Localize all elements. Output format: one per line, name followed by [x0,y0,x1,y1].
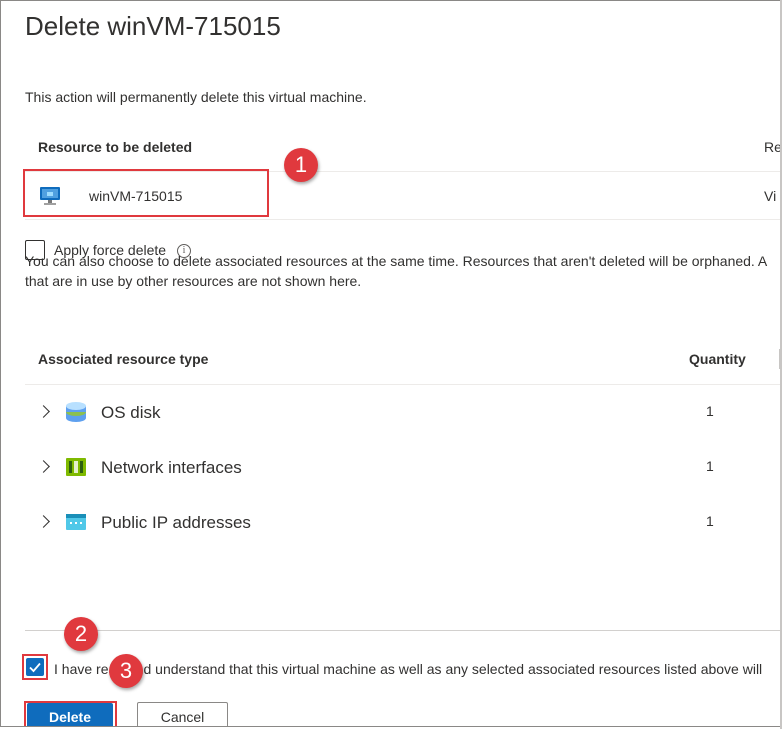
quantity-column-header: Quantity [689,351,746,367]
associated-type-column-header: Associated resource type [38,351,209,367]
divider [25,219,780,220]
resource-type-column-header: Re [764,139,780,155]
callout-badge-2: 2 [64,617,98,651]
dialog-title: Delete winVM-715015 [25,11,281,41]
chevron-right-icon[interactable] [37,460,50,473]
callout-highlight-resource [23,169,269,217]
network-interface-icon [65,456,87,483]
chevron-right-icon[interactable] [37,405,50,418]
callout-badge-3: 3 [109,654,143,688]
chevron-right-icon[interactable] [37,515,50,528]
callout-highlight-confirm [22,654,48,680]
delete-vm-dialog: Delete winVM-715015 This action will per… [0,0,780,727]
footer-divider [25,630,780,631]
associated-row-quantity: 1 [706,403,714,419]
disk-icon [65,401,87,428]
associated-row-label: Public IP addresses [101,513,251,532]
resource-column-header: Resource to be deleted [38,139,193,155]
divider [25,384,780,385]
associated-row-quantity: 1 [706,458,714,474]
callout-badge-1: 1 [284,148,318,182]
associated-row-label: OS disk [101,403,161,422]
public-ip-icon [65,512,87,537]
dialog-description: This action will permanently delete this… [25,89,367,105]
associated-row-label: Network interfaces [101,458,242,477]
confirm-label: I have read and understand that this vir… [54,661,763,677]
cancel-button[interactable]: Cancel [137,702,228,726]
resource-type: Vi [764,188,777,204]
note-line-2: that are in use by other resources are n… [25,273,362,289]
associated-row-quantity: 1 [706,513,714,529]
note-line-1: You can also choose to delete associated… [25,253,768,269]
associated-resources-note: You can also choose to delete associated… [25,251,780,291]
callout-highlight-delete [24,701,117,726]
